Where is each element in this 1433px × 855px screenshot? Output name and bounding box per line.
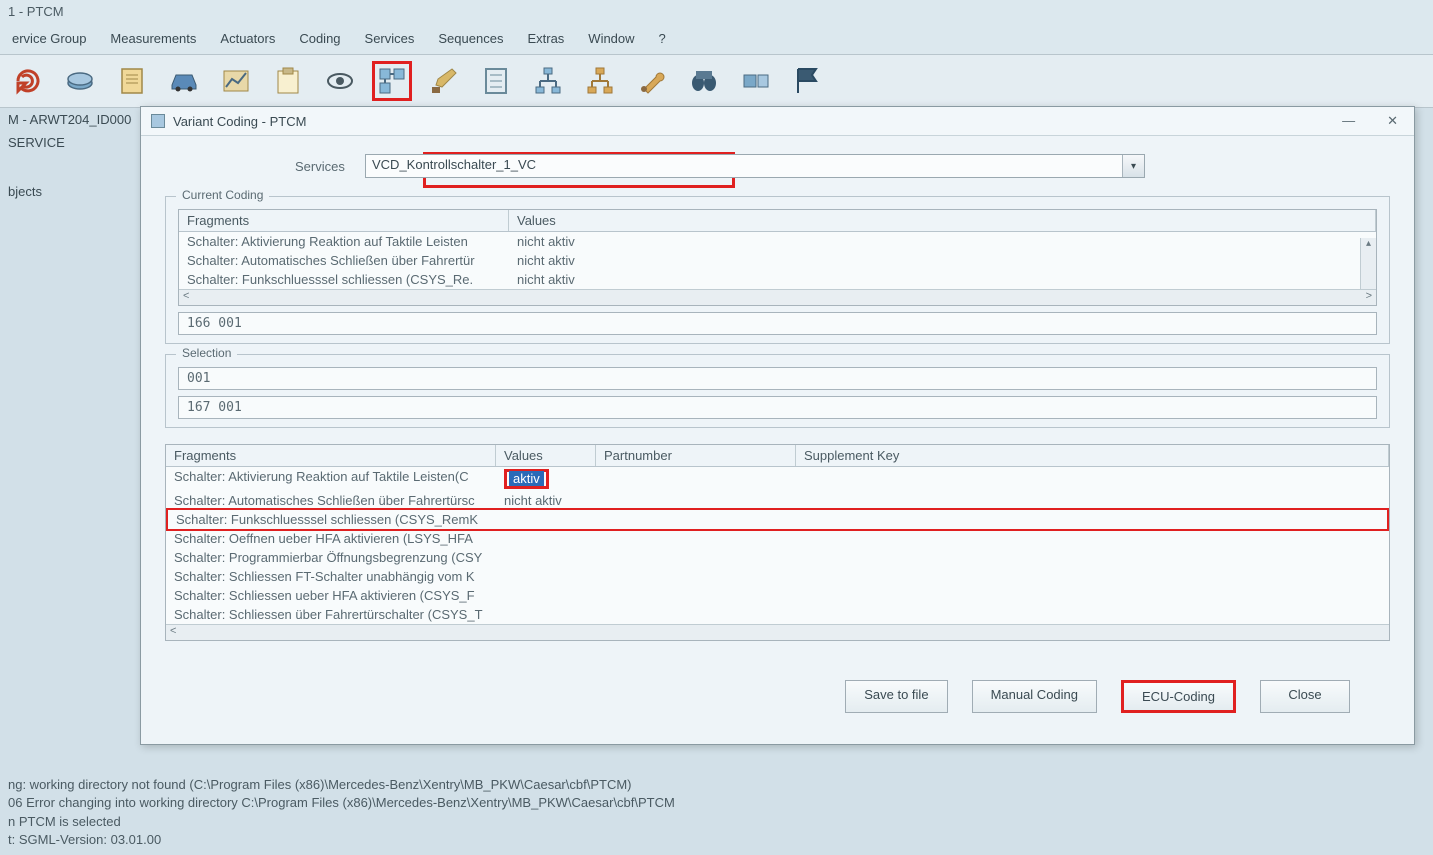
dialog-title-bar: Variant Coding - PTCM — ✕: [141, 107, 1414, 136]
refresh-icon[interactable]: [8, 61, 48, 101]
clipboard-icon[interactable]: [268, 61, 308, 101]
table-row[interactable]: Schalter: Funkschluesssel schliessen (CS…: [179, 270, 1376, 289]
h-scrollbar[interactable]: <>: [179, 289, 1376, 305]
table-row[interactable]: Schalter: Aktivierung Reaktion auf Takti…: [179, 232, 1376, 251]
tree2-icon[interactable]: [580, 61, 620, 101]
variant-coding-dialog: Variant Coding - PTCM — ✕ Services VCD_K…: [140, 106, 1415, 745]
binoculars-icon[interactable]: [684, 61, 724, 101]
selection-title: Selection: [176, 346, 237, 360]
log-line: n PTCM is selected: [8, 813, 1425, 831]
menu-actuators[interactable]: Actuators: [216, 29, 279, 48]
table-row[interactable]: Schalter: Programmierbar Öffnungsbegrenz…: [166, 548, 1389, 567]
manual-coding-button[interactable]: Manual Coding: [972, 680, 1097, 713]
coding-icon[interactable]: [372, 61, 412, 101]
h-scrollbar[interactable]: <: [166, 624, 1389, 640]
menu-services[interactable]: Services: [361, 29, 419, 48]
eye-icon[interactable]: [320, 61, 360, 101]
col-supplement[interactable]: Supplement Key: [796, 445, 1389, 466]
edit-table: Fragments Values Partnumber Supplement K…: [165, 444, 1390, 641]
col-fragments[interactable]: Fragments: [166, 445, 496, 466]
tree1-icon[interactable]: [528, 61, 568, 101]
log-output: ng: working directory not found (C:\Prog…: [0, 770, 1433, 855]
menu-service-group[interactable]: ervice Group: [8, 29, 90, 48]
table-row[interactable]: Schalter: Schliessen über Fahrertürschal…: [166, 605, 1389, 624]
value-highlight: aktiv: [504, 469, 549, 489]
close-icon[interactable]: ✕: [1381, 113, 1404, 129]
current-coding-group: Current Coding Fragments Values Schalter…: [165, 196, 1390, 344]
minimize-icon[interactable]: —: [1336, 113, 1361, 129]
sidebar-line3: bjects: [8, 180, 132, 203]
menu-bar: ervice Group Measurements Actuators Codi…: [0, 23, 1433, 54]
services-select[interactable]: VCD_Kontrollschalter_1_VC ▾: [365, 154, 1145, 178]
flag-icon[interactable]: [788, 61, 828, 101]
code-box-1: 166 001: [178, 312, 1377, 335]
brush-icon[interactable]: [424, 61, 464, 101]
menu-sequences[interactable]: Sequences: [434, 29, 507, 48]
menu-coding[interactable]: Coding: [295, 29, 344, 48]
col-values[interactable]: Values: [509, 210, 1376, 231]
connector-icon[interactable]: [736, 61, 776, 101]
menu-measurements[interactable]: Measurements: [106, 29, 200, 48]
selection-group: Selection 001 167 001: [165, 354, 1390, 428]
sidebar: M - ARWT204_ID0006 SERVICE bjects: [0, 100, 140, 211]
menu-extras[interactable]: Extras: [523, 29, 568, 48]
car-icon[interactable]: [164, 61, 204, 101]
toolbar: [0, 54, 1433, 108]
current-coding-table: Fragments Values Schalter: Aktivierung R…: [178, 209, 1377, 306]
sel-code-2: 167 001: [178, 396, 1377, 419]
col-partnumber[interactable]: Partnumber: [596, 445, 796, 466]
app-title-bar: 1 - PTCM: [0, 0, 1433, 23]
services-label: Services: [295, 159, 365, 174]
dialog-icon: [151, 114, 165, 128]
table-row[interactable]: Schalter: Schliessen FT-Schalter unabhän…: [166, 567, 1389, 586]
log-line: 06 Error changing into working directory…: [8, 794, 1425, 812]
table-row[interactable]: Schalter: Schliessen ueber HFA aktiviere…: [166, 586, 1389, 605]
ecu-icon[interactable]: [60, 61, 100, 101]
current-coding-title: Current Coding: [176, 188, 269, 202]
document-icon[interactable]: [112, 61, 152, 101]
save-to-file-button[interactable]: Save to file: [845, 680, 947, 713]
sidebar-line2: SERVICE: [8, 131, 132, 154]
col-fragments[interactable]: Fragments: [179, 210, 509, 231]
col-values[interactable]: Values: [496, 445, 596, 466]
chevron-down-icon[interactable]: ▾: [1122, 155, 1144, 177]
log-line: ng: working directory not found (C:\Prog…: [8, 776, 1425, 794]
table-row-highlighted[interactable]: Schalter: Funkschluesssel schliessen (CS…: [166, 508, 1389, 531]
sel-code-1: 001: [178, 367, 1377, 390]
chart-icon[interactable]: [216, 61, 256, 101]
menu-help[interactable]: ?: [655, 29, 670, 48]
dialog-title: Variant Coding - PTCM: [173, 114, 1336, 129]
tools-icon[interactable]: [632, 61, 672, 101]
ecu-coding-button[interactable]: ECU-Coding: [1121, 680, 1236, 713]
log-line: t: SGML-Version: 03.01.00: [8, 831, 1425, 849]
table-row[interactable]: Schalter: Aktivierung Reaktion auf Takti…: [166, 467, 1389, 491]
table-row[interactable]: Schalter: Automatisches Schließen über F…: [179, 251, 1376, 270]
button-row: Save to file Manual Coding ECU-Coding Cl…: [165, 670, 1390, 729]
sidebar-line1: M - ARWT204_ID0006: [8, 108, 132, 131]
close-button[interactable]: Close: [1260, 680, 1350, 713]
form-icon[interactable]: [476, 61, 516, 101]
v-scrollbar[interactable]: ▴: [1360, 238, 1376, 289]
table-row[interactable]: Schalter: Oeffnen ueber HFA aktivieren (…: [166, 529, 1389, 548]
menu-window[interactable]: Window: [584, 29, 638, 48]
